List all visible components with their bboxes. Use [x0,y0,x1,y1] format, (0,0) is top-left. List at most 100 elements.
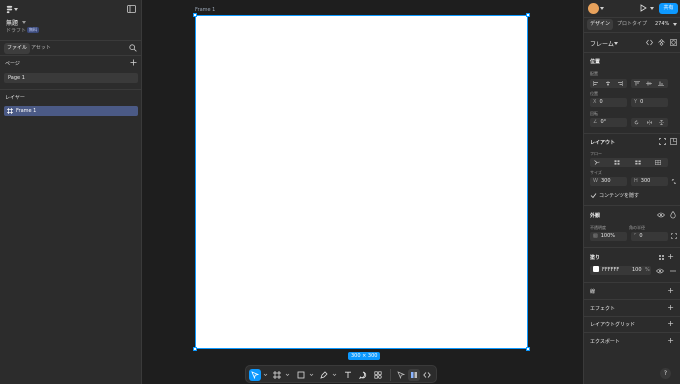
move-tool-button[interactable] [249,369,261,381]
vertical-flow-icon [614,160,620,165]
pen-tool-button[interactable] [318,369,330,381]
tab-file[interactable]: ファイル [4,43,31,54]
frame-tool-button[interactable] [271,369,283,381]
left-divider [0,89,141,90]
component-icon[interactable] [658,39,665,46]
opacity-value: 100% [600,233,616,239]
transform-buttons[interactable] [631,118,668,127]
add-effect-button[interactable]: + [667,304,674,312]
chevron-down-icon[interactable] [332,372,337,377]
layout-grid-title[interactable]: レイアウトグリッド [590,321,635,328]
radius-field[interactable]: ⌜ 0 [631,232,668,241]
grid-flow-icon [655,160,661,165]
layer-item[interactable]: Frame 1 [4,106,138,116]
layout-title: レイアウト [590,140,616,146]
chevron-down-icon[interactable] [263,372,268,377]
blend-drop-icon[interactable] [670,211,676,219]
add-fill-button[interactable]: + [667,253,674,261]
rotation-field[interactable]: ∠ 0° [590,118,627,127]
resize-handle-br[interactable] [526,347,530,351]
expand-radius-icon[interactable] [671,233,677,239]
text-tool-button[interactable] [342,369,354,381]
menu-chevron-icon[interactable] [14,8,18,11]
opacity-icon: ▧ [593,233,598,239]
x-field[interactable]: X0 [590,98,627,107]
opacity-field[interactable]: ▧ 100% [590,232,627,241]
flow-buttons[interactable] [590,158,668,167]
zoom-chevron-icon[interactable] [673,23,677,26]
frame-type-chevron-icon[interactable] [614,42,618,45]
position-divider [584,133,680,134]
code-brackets-icon[interactable] [646,39,653,46]
clip-content-checkbox[interactable] [590,192,597,199]
width-field[interactable]: W 300 [590,177,627,186]
add-page-icon[interactable] [130,59,137,66]
help-button[interactable]: ? [660,368,671,379]
effects-title[interactable]: エフェクト [590,305,615,312]
actions-icon [374,371,382,379]
sidebar-toggle-icon[interactable] [127,5,136,13]
project-chevron-icon[interactable] [22,21,26,24]
height-field[interactable]: H 300 [631,177,668,186]
mask-icon[interactable] [670,39,677,46]
export-title[interactable]: エクスポート [590,338,620,345]
avatar[interactable] [588,3,599,14]
clip-content-label[interactable]: コンテンツを隠す [599,192,639,199]
add-stroke-button[interactable]: + [667,287,674,295]
align-horizontal-group[interactable] [590,79,627,88]
page-item[interactable]: Page 1 [4,73,138,83]
left-tabs: ファイル アセット [0,40,142,56]
auto-layout-icon[interactable] [659,138,666,145]
shape-tool-button[interactable] [295,369,307,381]
share-button[interactable]: 共有 [659,3,678,14]
opacity-label: 不透明度 [590,225,606,230]
project-name[interactable]: 無題 [6,18,18,27]
add-export-button[interactable]: + [667,337,674,345]
align-center-icon [606,81,610,86]
eye-icon[interactable] [657,212,665,218]
y-field[interactable]: Y0 [631,98,668,107]
resize-handle-tl[interactable] [193,13,197,17]
tab-design[interactable]: デザイン [587,19,614,30]
search-icon[interactable] [129,44,137,52]
canvas[interactable]: Frame 1 300 × 300 [142,0,583,384]
code-view-button[interactable] [421,369,433,381]
frame-1[interactable] [193,13,530,351]
fill-visibility-icon[interactable] [656,268,664,274]
tabs-divider [584,32,680,33]
file-header: 無題 ドラフト 無料 [0,0,142,40]
fill-styles-icon[interactable] [658,254,665,261]
frame-type-selector[interactable]: フレーム [590,39,614,48]
layers-title: レイヤー [5,95,25,101]
play-icon[interactable] [640,4,647,12]
text-icon [345,371,351,378]
align-vertical-group[interactable] [631,79,668,88]
play-chevron-icon[interactable] [650,7,654,10]
resize-handle-bl[interactable] [193,347,197,351]
chevron-down-icon[interactable] [309,372,314,377]
rotation-icon: ∠ [593,119,598,125]
layout-settings-icon[interactable] [670,138,677,145]
lock-ratio-icon[interactable] [671,179,677,184]
actions-tool-button[interactable] [372,369,384,381]
chevron-down-icon[interactable] [285,372,290,377]
add-layout-grid-button[interactable]: + [667,320,674,328]
stroke-title[interactable]: 線 [590,288,595,295]
comment-tool-button[interactable] [357,369,369,381]
align-bottom-icon [658,81,664,86]
remove-fill-icon[interactable] [670,270,676,272]
zoom-level[interactable]: 274% [655,21,669,27]
design-mode-button[interactable] [395,369,407,381]
frame-name-label[interactable]: Frame 1 [195,7,215,13]
dev-mode-button[interactable] [408,369,420,381]
fill-swatch[interactable] [593,266,599,272]
pen-icon [320,371,328,379]
avatar-chevron-icon[interactable] [600,7,604,10]
x-value: 0 [599,99,603,105]
figma-menu-icon[interactable] [5,5,14,14]
tab-assets[interactable]: アセット [28,43,54,54]
flip-vertical-icon [659,120,664,125]
fill-color-field[interactable]: FFFFFF 100 % [590,266,651,275]
tab-prototype[interactable]: プロトタイプ [614,19,650,30]
resize-handle-tr[interactable] [526,13,530,17]
